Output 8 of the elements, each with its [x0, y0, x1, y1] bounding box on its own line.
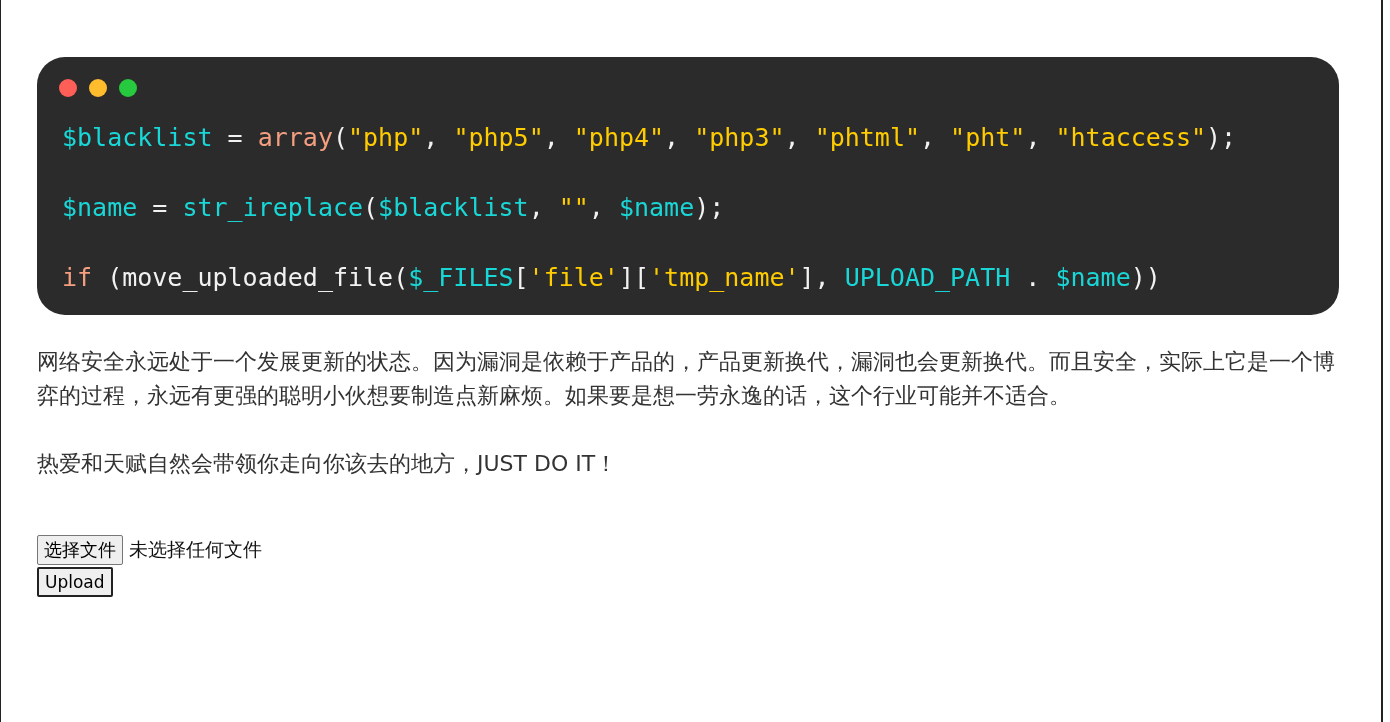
choose-file-button[interactable]: 选择文件: [37, 535, 123, 565]
code-line: if (move_uploaded_file($_FILES['file']['tmp_name'], UPLOAD_PATH . $name)): [62, 263, 1162, 293]
paragraph: 热爱和天赋自然会带领你走向你该去的地方，JUST DO IT！: [37, 450, 619, 478]
code-line: $blacklist = array("php", "php5", "php4", "php3", "phtml", "pht", "htaccess");: [62, 123, 1238, 153]
upload-button[interactable]: Upload: [37, 567, 113, 597]
code-line: $name = str_ireplace($blacklist, "", $name);: [62, 193, 726, 223]
paragraph: 网络安全永远处于一个发展更新的状态。因为漏洞是依赖于产品的，产品更新换代，漏洞也会更新换代。而且安全，实际上它是一个博弈的过程，永远有更强的聪明小伙想要制造点新麻烦。如果要是想一劳永逸的话，这个行业可能并不适合。: [37, 348, 1336, 410]
file-status-text: 未选择任何文件: [129, 537, 262, 562]
